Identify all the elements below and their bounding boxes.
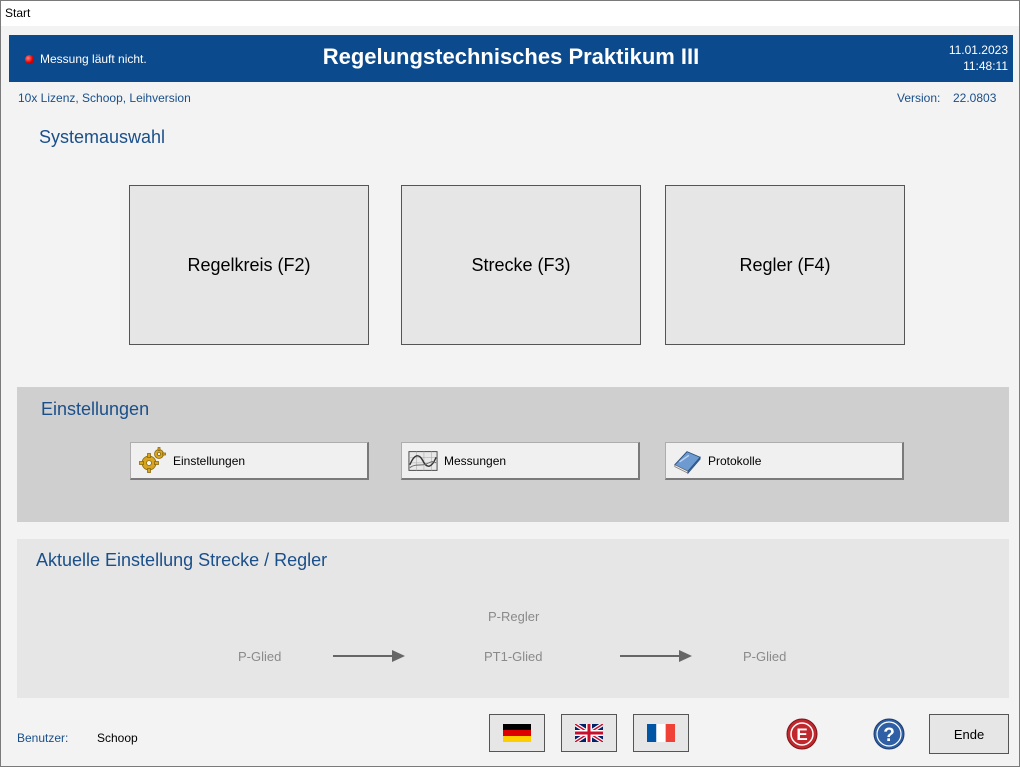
measurement-chart-icon [408,447,438,475]
strecke-button[interactable]: Strecke (F3) [401,185,641,345]
e-icon[interactable]: E [786,718,818,750]
time-text: 11:48:11 [963,59,1008,73]
app-header: Messung läuft nicht. Regelungstechnische… [9,35,1013,82]
protocols-button-label: Protokolle [708,453,762,468]
book-icon [672,447,702,475]
settings-title: Einstellungen [41,399,150,419]
french-flag-icon [647,724,675,742]
german-flag-icon [503,724,531,742]
regler-button[interactable]: Regler (F4) [665,185,905,345]
language-french-button[interactable] [633,714,689,752]
help-icon[interactable]: ? [873,718,905,750]
date-time: 11.01.2023 11:48:11 [949,42,1008,74]
controller-label: P-Regler [488,609,540,624]
plant-block-label: PT1-Glied [484,649,543,664]
window-title: Start [5,6,31,20]
measurements-button-label: Messungen [444,453,507,468]
end-button[interactable]: Ende [929,714,1009,754]
help-icon-glyph: ? [883,725,895,746]
current-setting-title: Aktuelle Einstellung Strecke / Regler [36,550,328,570]
user-value: Schoop [97,731,138,745]
license-info: 10x Lizenz, Schoop, Leihversion [18,91,191,105]
version-value: 22.0803 [953,91,997,105]
settings-button[interactable]: Einstellungen [130,442,369,480]
version-label: Version: [897,91,941,105]
arrow-right-icon [333,650,405,662]
settings-button-label: Einstellungen [173,453,246,468]
system-selection-title: Systemauswahl [39,127,166,147]
uk-flag-icon [575,724,603,742]
output-block-label: P-Glied [743,649,787,664]
arrow-right-icon [620,650,692,662]
protocols-button[interactable]: Protokolle [665,442,904,480]
date-text: 11.01.2023 [948,43,1008,57]
input-block-label: P-Glied [238,649,282,664]
e-icon-letter: E [796,725,807,744]
language-english-button[interactable] [561,714,617,752]
measurements-button[interactable]: Messungen [401,442,640,480]
app-title: Regelungstechnisches Praktikum III [322,44,700,69]
language-german-button[interactable] [489,714,545,752]
window-titlebar: Start [0,0,1020,26]
user-label: Benutzer: [17,731,69,745]
regelkreis-button[interactable]: Regelkreis (F2) [129,185,369,345]
gear-icon [137,446,167,475]
